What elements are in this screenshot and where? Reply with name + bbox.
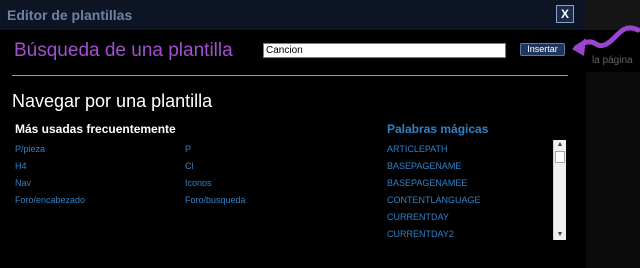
- template-editor-dialog: Editor de plantillas X Búsqueda de una p…: [0, 0, 586, 268]
- divider: [12, 75, 568, 76]
- browse-template-label: Navegar por una plantilla: [12, 91, 213, 111]
- magic-word-item[interactable]: CURRENTDAY2: [387, 229, 454, 239]
- insert-button[interactable]: Insertar: [520, 43, 565, 56]
- template-link[interactable]: Foro/encabezado: [15, 195, 85, 205]
- template-link[interactable]: Nav: [15, 178, 31, 188]
- arrow-pointer-icon: [572, 25, 640, 56]
- scroll-down-icon[interactable]: ▼: [554, 230, 566, 240]
- dialog-title: Editor de plantillas: [7, 7, 133, 23]
- search-template-label: Búsqueda de una plantilla: [14, 40, 233, 61]
- template-link[interactable]: Iconos: [185, 178, 212, 188]
- magic-word-item[interactable]: BASEPAGENAME: [387, 161, 461, 171]
- template-link[interactable]: Foro/busqueda: [185, 195, 246, 205]
- magic-words-list[interactable]: ARTICLEPATH BASEPAGENAME BASEPAGENAMEE C…: [384, 140, 566, 240]
- magic-words-scrollbar[interactable]: ▲ ▼: [553, 140, 566, 240]
- dialog-titlebar: Editor de plantillas X: [0, 0, 586, 30]
- close-icon: X: [560, 7, 569, 21]
- magic-words-heading: Palabras mágicas: [387, 122, 489, 136]
- scroll-up-icon[interactable]: ▲: [554, 140, 566, 150]
- close-button[interactable]: X: [556, 5, 574, 23]
- template-link[interactable]: P/pieza: [15, 144, 45, 154]
- template-search-input[interactable]: [263, 43, 506, 58]
- template-link[interactable]: Cl: [185, 161, 194, 171]
- frequent-templates-heading: Más usadas frecuentemente: [15, 122, 176, 136]
- magic-word-item[interactable]: CONTENTLANGUAGE: [387, 195, 481, 205]
- template-link[interactable]: P: [185, 144, 191, 154]
- magic-word-item[interactable]: ARTICLEPATH: [387, 144, 448, 154]
- magic-word-item[interactable]: CURRENTDAY: [387, 212, 449, 222]
- magic-word-item[interactable]: BASEPAGENAMEE: [387, 178, 467, 188]
- template-link[interactable]: H4: [15, 161, 27, 171]
- scrollbar-thumb[interactable]: [555, 151, 565, 163]
- background-block: [586, 72, 640, 268]
